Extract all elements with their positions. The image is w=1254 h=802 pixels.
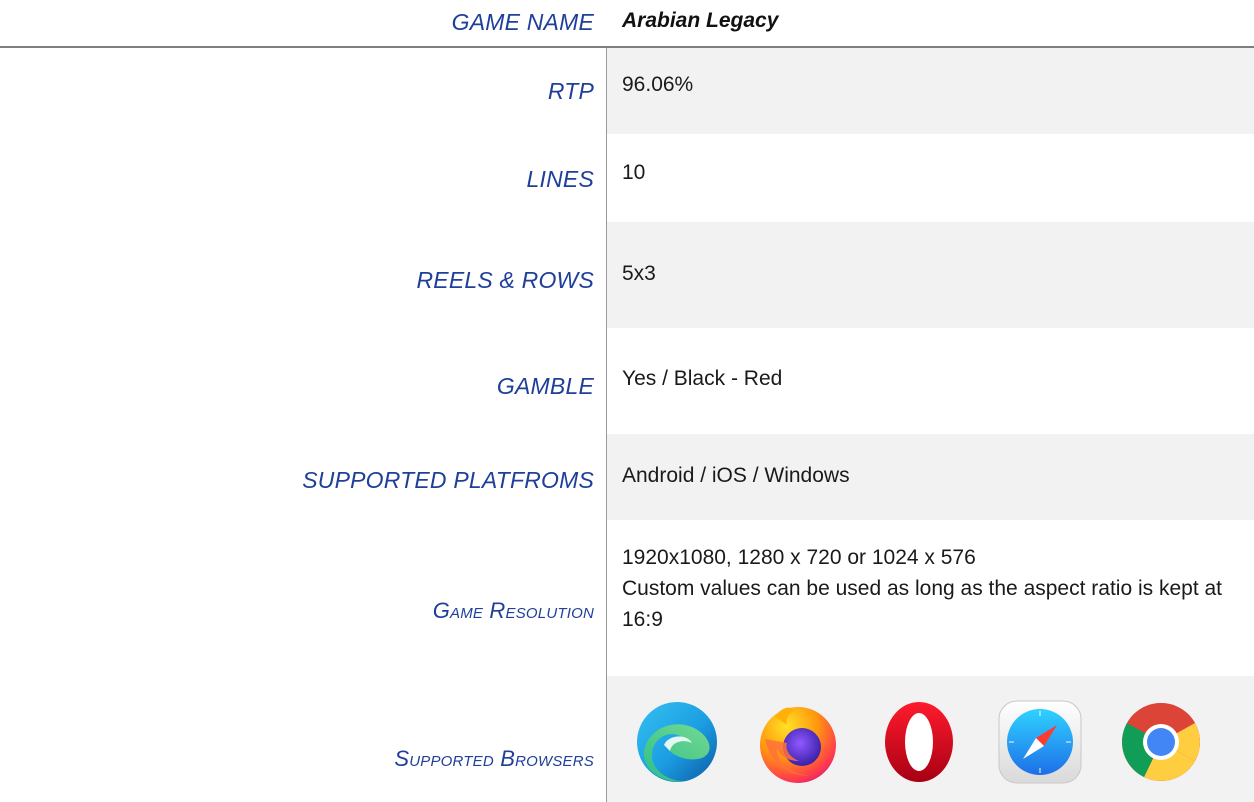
safari-icon — [997, 692, 1083, 792]
browser-icons — [634, 692, 1204, 792]
resolution-label: Game Resolution — [432, 598, 594, 623]
lines-row: LINES 10 — [0, 134, 1254, 222]
game-name-label: GAME NAME — [451, 9, 594, 35]
column-divider — [606, 48, 607, 802]
rtp-value: 96.06% — [607, 48, 1254, 134]
game-name-row: GAME NAME Arabian Legacy — [0, 0, 1254, 46]
lines-value: 10 — [622, 161, 646, 184]
chrome-icon — [1118, 692, 1204, 792]
gamble-value: Yes / Black - Red — [622, 367, 783, 390]
resolution-row: Game Resolution 1920x1080, 1280 x 720 or… — [0, 520, 1254, 676]
rtp-row: RTP 96.06% — [0, 48, 1254, 134]
firefox-icon — [755, 692, 841, 792]
reels-rows-value: 5x3 — [607, 222, 1254, 328]
platforms-label: SUPPORTED PLATFROMS — [302, 467, 594, 493]
gamble-label: GAMBLE — [496, 373, 594, 399]
reels-rows-label: REELS & ROWS — [416, 267, 594, 293]
resolution-line-2: Custom values can be used as long as the… — [622, 577, 1223, 631]
edge-icon — [634, 692, 720, 792]
opera-icon — [876, 692, 962, 792]
spec-sheet: GAME NAME Arabian Legacy RTP 96.06% LINE… — [0, 0, 1254, 802]
browsers-value — [607, 676, 1254, 802]
platforms-row: SUPPORTED PLATFROMS Android / iOS / Wind… — [0, 434, 1254, 520]
browsers-row: Supported Browsers — [0, 676, 1254, 802]
game-name-value: Arabian Legacy — [622, 9, 779, 32]
resolution-value: 1920x1080, 1280 x 720 or 1024 x 576 Cust… — [607, 520, 1254, 676]
platforms-value: Android / iOS / Windows — [607, 434, 1254, 520]
browsers-label: Supported Browsers — [394, 746, 594, 771]
resolution-line-1: 1920x1080, 1280 x 720 or 1024 x 576 — [622, 546, 976, 569]
gamble-row: GAMBLE Yes / Black - Red — [0, 328, 1254, 434]
rtp-label: RTP — [547, 78, 594, 104]
reels-rows-row: REELS & ROWS 5x3 — [0, 222, 1254, 328]
lines-label: LINES — [526, 166, 594, 192]
